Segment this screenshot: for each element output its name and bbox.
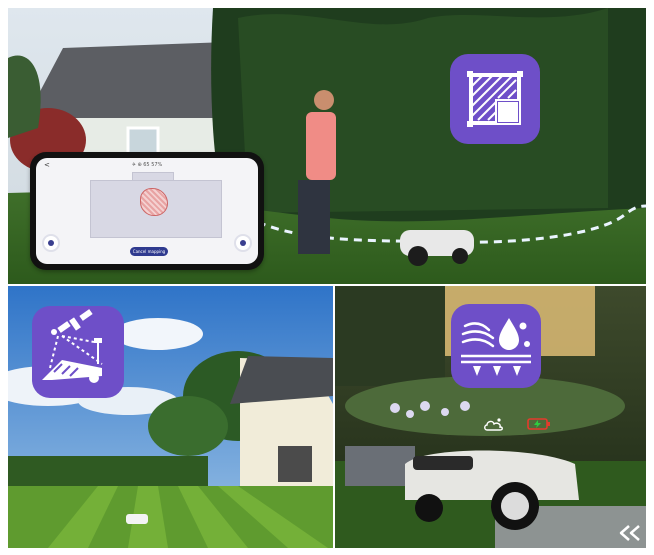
rain-sensor-icon	[451, 304, 541, 388]
bottom-right-scene-panel	[335, 286, 646, 548]
bottom-left-scene-panel	[8, 286, 333, 548]
phone-app-mockup: < ✈ ⊕ 65 57% Cancel mapping	[30, 152, 264, 270]
status-bar: ✈ ⊕ 65 57%	[131, 162, 163, 168]
no-go-zone[interactable]	[140, 188, 168, 216]
joystick-left[interactable]	[44, 236, 58, 250]
mapping-zone-icon	[450, 54, 540, 144]
top-scene-panel: < ✈ ⊕ 65 57% Cancel mapping	[8, 8, 646, 284]
phone-screen: < ✈ ⊕ 65 57% Cancel mapping	[36, 158, 258, 264]
battery-charging-icon	[527, 418, 551, 430]
satellite-rtk-icon	[32, 306, 124, 398]
cancel-mapping-button[interactable]: Cancel mapping	[130, 247, 168, 256]
cloud-sun-icon	[483, 416, 505, 432]
double-chevron-left-icon[interactable]	[617, 524, 643, 542]
joystick-right[interactable]	[236, 236, 250, 250]
